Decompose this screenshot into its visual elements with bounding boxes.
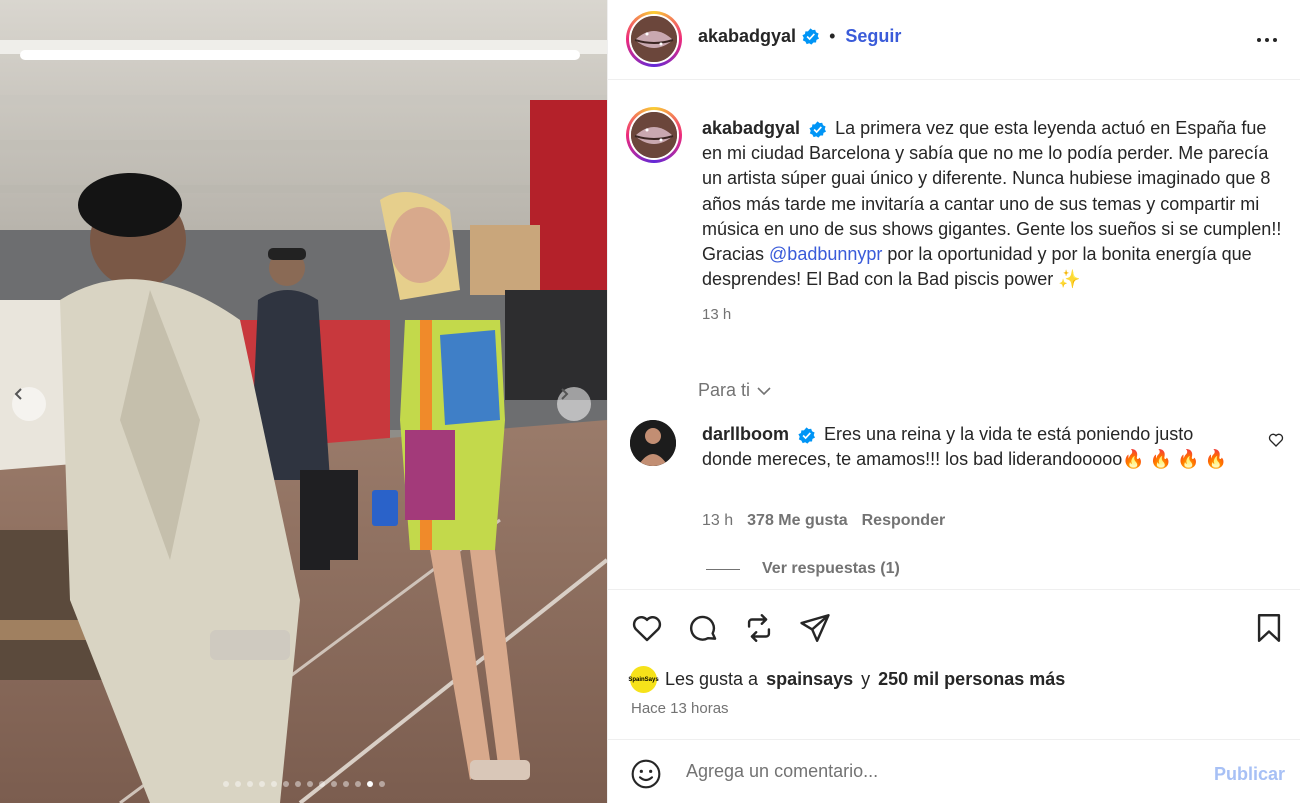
header-user-line: akabadgyal • Seguir (698, 26, 901, 47)
post-detail-panel: akabadgyal • Seguir akabadgyal La primer… (607, 0, 1300, 803)
comment-likes-count[interactable]: 378 Me gusta (747, 512, 847, 530)
comment-meta: 13 h 378 Me gusta Responder (702, 512, 945, 530)
like-button[interactable] (630, 611, 664, 650)
commenter-username[interactable]: darllboom (702, 424, 789, 444)
carousel-dot (354, 781, 361, 787)
smiley-icon (631, 759, 661, 789)
repost-button[interactable] (742, 611, 776, 650)
likes-prefix: Les gusta a (665, 669, 759, 689)
liker-avatar: SpainSays (628, 666, 659, 693)
carousel-dot (378, 781, 385, 787)
reply-button[interactable]: Responder (862, 512, 946, 530)
carousel-prev-button[interactable] (12, 387, 46, 421)
bookmark-icon (1257, 614, 1281, 642)
commenter-avatar[interactable] (630, 420, 676, 466)
post-timestamp[interactable]: Hace 13 horas (631, 700, 729, 717)
carousel-dot (234, 781, 241, 787)
carousel-dot (306, 781, 313, 787)
author-username[interactable]: akabadgyal (698, 26, 796, 47)
liker-username[interactable]: spainsays (766, 669, 853, 690)
post-caption: akabadgyal La primera vez que esta leyen… (702, 116, 1282, 328)
carousel-dot (270, 781, 277, 787)
follow-button[interactable]: Seguir (845, 26, 901, 47)
view-replies-button[interactable]: Ver respuestas (1) (706, 560, 900, 578)
lips-avatar-image (631, 16, 677, 62)
carousel-dot (366, 781, 373, 787)
carousel-dot (222, 781, 229, 787)
carousel-dot (318, 781, 325, 787)
add-comment-bar: Publicar (608, 739, 1300, 803)
more-options-button[interactable] (1255, 28, 1279, 57)
verified-badge-icon (798, 427, 816, 444)
post-header: akabadgyal • Seguir (608, 0, 1300, 80)
commenter-avatar-image (630, 420, 676, 466)
comment-timestamp[interactable]: 13 h (702, 512, 733, 530)
carousel-dot (282, 781, 289, 787)
send-paper-plane-icon (800, 614, 830, 642)
repost-icon (747, 614, 771, 642)
heart-outline-icon (1268, 433, 1284, 447)
caption-author-avatar[interactable] (626, 107, 682, 163)
verified-badge-icon (809, 121, 827, 138)
comment-input[interactable] (686, 756, 1186, 786)
separator-dot: • (829, 26, 836, 46)
comment-button[interactable] (686, 611, 720, 650)
comment-filter-dropdown[interactable]: Para ti (698, 380, 772, 401)
heart-icon (632, 616, 662, 642)
chevron-right-icon (561, 388, 569, 400)
chevron-left-icon (14, 388, 22, 400)
comment-filter-label: Para ti (698, 380, 751, 400)
likes-others[interactable]: 250 mil personas más (878, 669, 1065, 690)
carousel-indicator (0, 781, 607, 787)
save-button[interactable] (1252, 611, 1286, 650)
liker-avatar-logo-text: SpainSays (628, 676, 659, 683)
post-photo[interactable] (0, 0, 607, 803)
carousel-dot (342, 781, 349, 787)
carousel-dot (258, 781, 265, 787)
more-horizontal-icon (1257, 38, 1277, 42)
post-actions: SpainSays Les gusta a spainsays y 250 mi… (608, 589, 1300, 739)
share-button[interactable] (798, 611, 832, 650)
comment-like-button[interactable] (1268, 432, 1284, 453)
comment-bubble-icon (690, 615, 717, 641)
caption-timestamp[interactable]: 13 h (702, 302, 1282, 327)
likes-conjunction: y (861, 669, 871, 689)
caption-username[interactable]: akabadgyal (702, 118, 800, 138)
mention-link[interactable]: @badbunnypr (769, 244, 882, 264)
comments-section: akabadgyal La primera vez que esta leyen… (608, 80, 1300, 589)
carousel-dot (246, 781, 253, 787)
publish-button[interactable]: Publicar (1214, 764, 1285, 785)
photo-illustration (0, 0, 607, 803)
likes-summary[interactable]: SpainSays Les gusta a spainsays y 250 mi… (628, 666, 1065, 693)
author-avatar[interactable] (626, 11, 682, 67)
carousel-next-button[interactable] (557, 387, 591, 421)
replies-divider-line (706, 568, 740, 570)
verified-badge-icon (802, 28, 820, 45)
lips-avatar-image (631, 112, 677, 158)
carousel-dot (330, 781, 337, 787)
caption-body: La primera vez que esta leyenda actuó en… (702, 118, 1282, 265)
comment-body: darllboom Eres una reina y la vida te es… (702, 422, 1242, 472)
emoji-button[interactable] (630, 758, 662, 795)
carousel-dot (294, 781, 301, 787)
view-replies-label: Ver respuestas (1) (762, 560, 900, 577)
chevron-down-icon (757, 386, 771, 395)
